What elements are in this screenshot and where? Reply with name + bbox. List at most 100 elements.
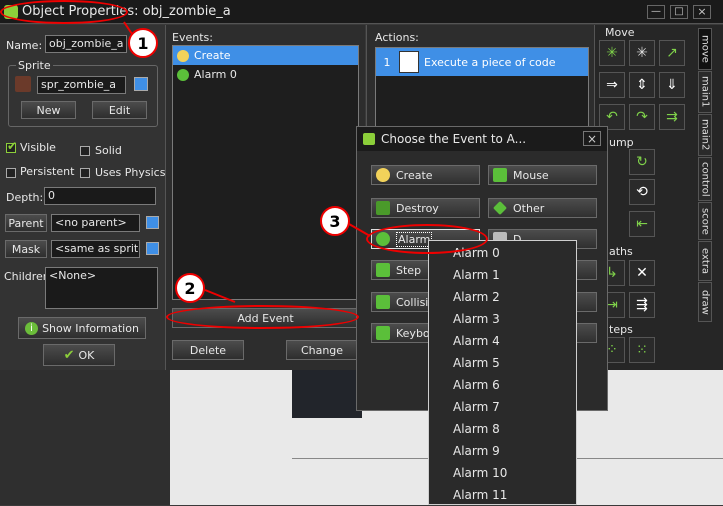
mask-browse-icon[interactable] (146, 242, 159, 255)
checkmark-icon: ✔ (7, 139, 18, 153)
speed-horizontal-icon[interactable]: ⇒ (599, 72, 625, 98)
other-event-button[interactable]: Other (488, 198, 597, 218)
speed-vertical-icon[interactable]: ⇕ (629, 72, 655, 98)
delete-event-button[interactable]: Delete (172, 340, 244, 360)
footsteps-icon (376, 263, 390, 277)
change-event-button[interactable]: Change (286, 340, 358, 360)
action-label: Execute a piece of code (424, 55, 556, 69)
jump-random-icon[interactable]: ⇤ (629, 211, 655, 237)
alarm-menu-item[interactable]: Alarm 4 (429, 330, 576, 352)
physics-checkbox[interactable] (80, 168, 90, 178)
step-avoid-icon[interactable]: ⁙ (629, 337, 655, 363)
mask-input[interactable]: <same as sprite> (51, 240, 140, 258)
ok-label: OK (78, 348, 95, 362)
mouse-label: Mouse (513, 168, 549, 182)
ok-button[interactable]: ✔ OK (43, 344, 115, 366)
sprite-browse-icon[interactable] (134, 77, 148, 91)
mouse-event-button[interactable]: Mouse (488, 165, 597, 185)
tab-main2[interactable]: main2 (698, 114, 712, 156)
keyboard-icon (376, 326, 390, 340)
sprite-group-label: Sprite (16, 59, 53, 72)
solid-checkbox[interactable] (80, 146, 90, 156)
tab-move[interactable]: move (698, 28, 712, 70)
move-fixed-icon[interactable]: ✳ (599, 40, 625, 66)
ok-checkmark-icon: ✔ (63, 347, 75, 363)
collision-arrows-icon (376, 295, 390, 309)
jump-start-icon[interactable]: ⟲ (629, 179, 655, 205)
mask-button[interactable]: Mask (5, 240, 47, 258)
alarm-menu-item[interactable]: Alarm 5 (429, 352, 576, 374)
alarm-menu-item[interactable]: Alarm 3 (429, 308, 576, 330)
show-information-label: Show Information (42, 321, 139, 335)
alarm-menu-item[interactable]: Alarm 1 (429, 264, 576, 286)
action-row[interactable]: 1 Execute a piece of code (376, 48, 588, 76)
jump-position-icon[interactable]: ↻ (629, 149, 655, 175)
tab-score[interactable]: score (698, 202, 712, 240)
name-input[interactable]: obj_zombie_a (45, 35, 127, 53)
depth-input[interactable]: 0 (44, 187, 156, 205)
name-label: Name: (6, 39, 43, 52)
add-event-highlight-ring (166, 305, 359, 329)
sprite-input[interactable]: spr_zombie_a (37, 76, 126, 94)
parent-browse-icon[interactable] (146, 216, 159, 229)
event-label: Create (194, 49, 231, 62)
close-icon[interactable]: × (693, 5, 711, 19)
alarm-menu-item[interactable]: Alarm 6 (429, 374, 576, 396)
events-list[interactable]: Create Alarm 0 (172, 45, 359, 300)
lightbulb-icon (376, 168, 390, 182)
maximize-icon[interactable]: □ (670, 5, 688, 19)
jump-header: ump (609, 136, 634, 149)
alarm-menu-item[interactable]: Alarm 9 (429, 440, 576, 462)
dialog-close-icon[interactable]: × (583, 131, 601, 146)
persistent-label: Persistent (20, 165, 75, 178)
actions-header: Actions: (375, 31, 419, 44)
show-information-button[interactable]: i Show Information (18, 317, 146, 339)
minimize-icon[interactable]: — (647, 5, 665, 19)
alarm-menu-item[interactable]: Alarm 2 (429, 286, 576, 308)
alarm-highlight-ring (366, 224, 488, 254)
alarm-menu-item[interactable]: Alarm 10 (429, 462, 576, 484)
callout-2: 2 (175, 273, 205, 303)
children-list[interactable]: <None> (45, 267, 158, 309)
new-sprite-button[interactable]: New (21, 101, 76, 119)
tab-main1[interactable]: main1 (698, 71, 712, 113)
tab-control[interactable]: control (698, 157, 712, 201)
action-number: 1 (383, 55, 391, 69)
alarm-menu-item[interactable]: Alarm 8 (429, 418, 576, 440)
end-path-icon[interactable]: ✕ (629, 260, 655, 286)
event-label: Alarm 0 (194, 68, 237, 81)
parent-input[interactable]: <no parent> (51, 214, 140, 232)
visible-checkbox[interactable]: ✔ (6, 139, 17, 153)
destroy-event-button[interactable]: Destroy (371, 198, 480, 218)
alarm-menu-item[interactable]: Alarm 7 (429, 396, 576, 418)
event-row-alarm[interactable]: Alarm 0 (173, 65, 358, 84)
edit-sprite-button[interactable]: Edit (92, 101, 147, 119)
create-label: Create (396, 168, 433, 182)
move-header: Move (605, 26, 635, 39)
event-row-create[interactable]: Create (173, 46, 358, 65)
move-towards-icon[interactable]: ↗ (659, 40, 685, 66)
callout-3: 3 (320, 206, 350, 236)
create-event-button[interactable]: Create (371, 165, 480, 185)
alarm-menu-item[interactable]: Alarm 11 (429, 484, 576, 506)
zombie-sprite-icon (15, 76, 31, 92)
gravity-icon[interactable]: ⇓ (659, 72, 685, 98)
tab-extra[interactable]: extra (698, 241, 712, 281)
parent-button[interactable]: Parent (5, 214, 47, 232)
friction-icon[interactable]: ⇉ (659, 104, 685, 130)
reverse-vertical-icon[interactable]: ↷ (629, 104, 655, 130)
tab-draw[interactable]: draw (698, 282, 712, 322)
persistent-checkbox[interactable] (6, 168, 16, 178)
move-free-icon[interactable]: ✳ (629, 40, 655, 66)
path-speed-icon[interactable]: ⇶ (629, 292, 655, 318)
destroy-label: Destroy (396, 201, 439, 215)
trash-icon (376, 201, 390, 215)
dialog-title-bar: Choose the Event to A... × (357, 127, 607, 151)
clock-icon (177, 68, 189, 81)
visible-label: Visible (20, 141, 56, 154)
dialog-logo-icon (363, 133, 375, 145)
depth-label: Depth: (6, 191, 44, 204)
other-label: Other (513, 201, 545, 215)
title-highlight-ring (0, 0, 128, 24)
steps-header: teps (609, 323, 633, 336)
